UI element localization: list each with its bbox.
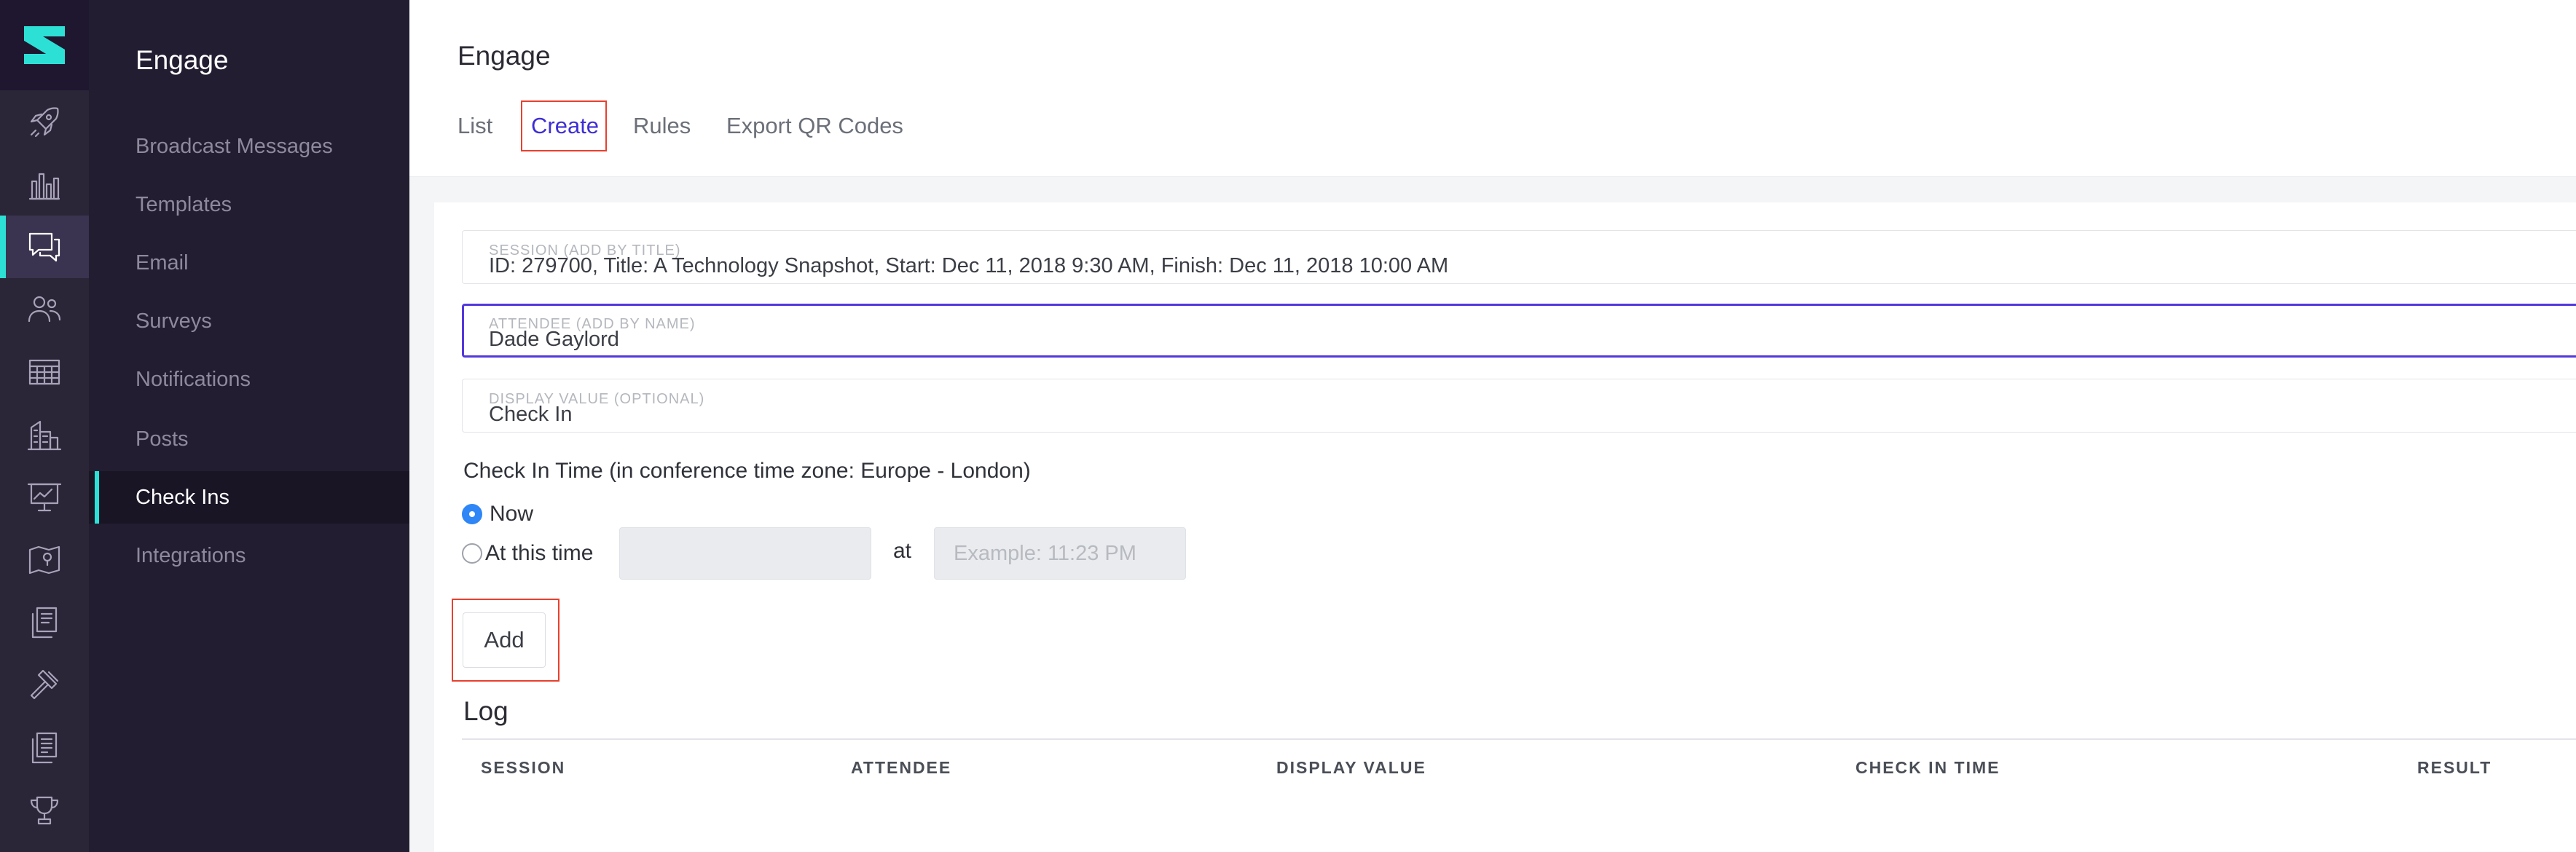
log-column-display-value[interactable]: DISPLAY VALUE	[1276, 758, 1426, 778]
now-radio[interactable]	[462, 504, 482, 524]
log-column-check-in-time[interactable]: CHECK IN TIME	[1856, 758, 2000, 778]
tab-list[interactable]: List	[458, 100, 492, 151]
at-label: at	[893, 539, 912, 563]
table-icon[interactable]	[0, 341, 89, 403]
map-icon[interactable]	[0, 529, 89, 591]
page-header: Engage List Create Rules Export QR Codes	[409, 0, 2576, 177]
people-icon[interactable]	[0, 278, 89, 341]
tab-export-qr-codes[interactable]: Export QR Codes	[726, 100, 903, 151]
attendee-field[interactable]: ATTENDEE (ADD BY NAME) Dade Gaylord	[462, 304, 2576, 358]
sidebar-item-posts[interactable]: Posts	[89, 413, 409, 465]
log-column-session[interactable]: SESSION	[481, 758, 565, 778]
session-field[interactable]: SESSION (ADD BY TITLE) ID: 279700, Title…	[462, 230, 2576, 284]
display-value-field-value: Check In	[489, 403, 573, 426]
log-divider	[462, 738, 2576, 740]
display-value-field[interactable]: DISPLAY VALUE (OPTIONAL) Check In	[462, 379, 2576, 433]
sidebar: Engage Broadcast Messages Templates Emai…	[89, 0, 409, 852]
page-title: Engage	[458, 41, 551, 71]
log-title: Log	[463, 696, 508, 726]
sidebar-item-broadcast-messages[interactable]: Broadcast Messages	[89, 120, 409, 173]
session-field-value: ID: 279700, Title: A Technology Snapshot…	[489, 254, 1449, 277]
at-this-time-radio-option[interactable]: At this time	[462, 539, 593, 568]
bar-chart-icon[interactable]	[0, 153, 89, 216]
sidebar-item-email[interactable]: Email	[89, 237, 409, 289]
documents-icon[interactable]	[0, 591, 89, 654]
sidebar-item-check-ins[interactable]: Check Ins	[89, 471, 409, 524]
at-this-time-radio[interactable]	[462, 543, 482, 564]
tab-create[interactable]: Create	[521, 100, 607, 151]
now-radio-option[interactable]: Now	[462, 500, 533, 529]
add-button[interactable]: Add	[463, 612, 546, 668]
attendee-field-value: Dade Gaylord	[489, 328, 619, 351]
documents-alt-icon[interactable]	[0, 717, 89, 779]
now-radio-label[interactable]: Now	[490, 502, 533, 526]
sidebar-title: Engage	[136, 45, 229, 75]
chat-bubbles-icon[interactable]	[0, 216, 89, 278]
sidebar-item-notifications[interactable]: Notifications	[89, 353, 409, 406]
at-this-time-radio-label[interactable]: At this time	[485, 541, 593, 566]
presentation-icon[interactable]	[0, 466, 89, 529]
check-in-time-heading: Check In Time (in conference time zone: …	[463, 459, 1031, 483]
icon-rail	[0, 0, 89, 852]
gavel-icon[interactable]	[0, 654, 89, 717]
log-column-attendee[interactable]: ATTENDEE	[851, 758, 951, 778]
log-column-result[interactable]: RESULT	[2417, 758, 2491, 778]
tab-rules[interactable]: Rules	[633, 100, 691, 151]
trophy-icon[interactable]	[0, 779, 89, 842]
sidebar-item-surveys[interactable]: Surveys	[89, 295, 409, 347]
rocket-icon[interactable]	[0, 90, 89, 153]
app-logo[interactable]	[0, 0, 89, 90]
sidebar-item-templates[interactable]: Templates	[89, 178, 409, 231]
date-input[interactable]	[619, 527, 871, 580]
sidebar-item-integrations[interactable]: Integrations	[89, 529, 409, 582]
buildings-icon[interactable]	[0, 403, 89, 466]
logo-icon	[24, 26, 65, 64]
time-input[interactable]	[934, 527, 1186, 580]
